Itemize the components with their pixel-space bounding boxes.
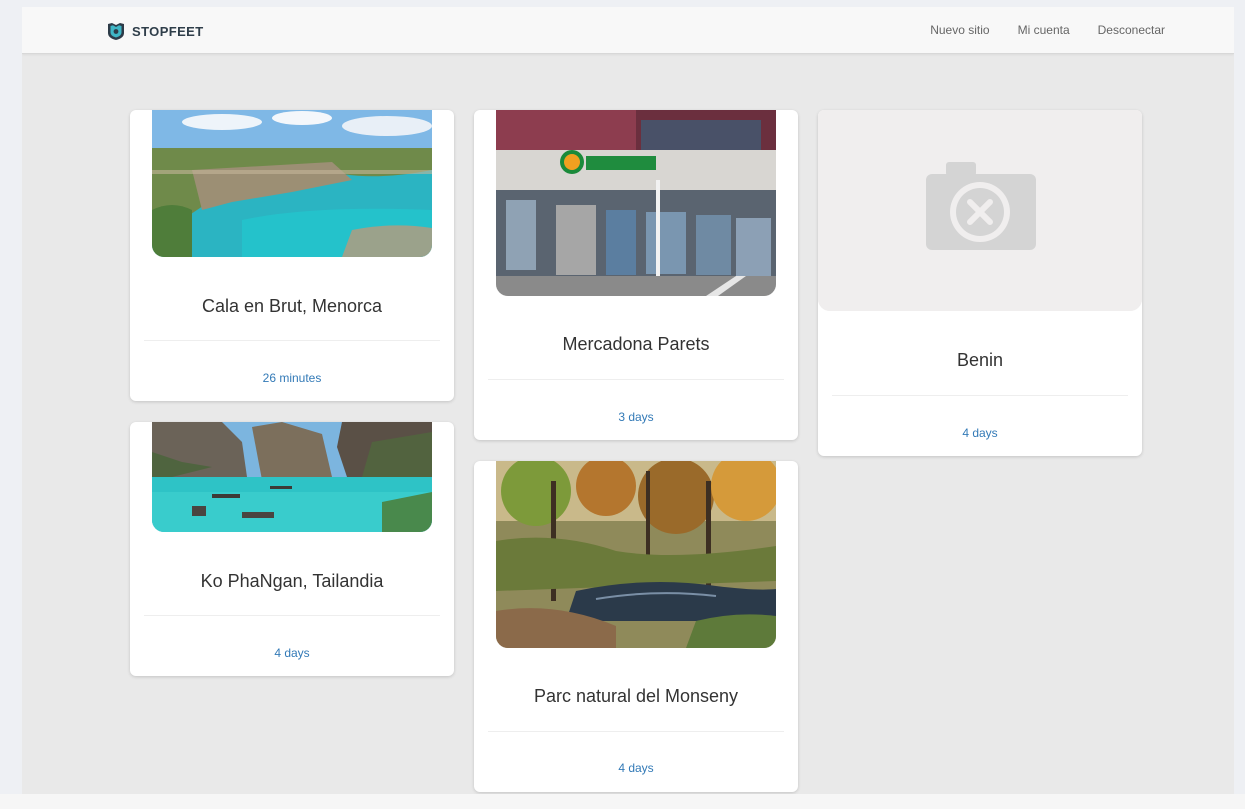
stopfeet-logo-icon [108, 23, 124, 40]
site-photo[interactable] [496, 461, 776, 648]
site-card[interactable]: Parc natural del Monseny 4 days [474, 461, 798, 792]
card-divider [832, 395, 1128, 396]
no-image-camera-icon [818, 110, 1142, 311]
site-photo-placeholder[interactable] [818, 110, 1142, 311]
brand-name: STOPFEET [132, 23, 204, 39]
site-time[interactable]: 26 minutes [130, 371, 454, 385]
app-frame: STOPFEET Nuevo sitio Mi cuenta Desconect… [22, 7, 1234, 802]
nav-link-desconectar[interactable]: Desconectar [1098, 23, 1165, 37]
site-photo[interactable] [152, 422, 432, 532]
site-title[interactable]: Cala en Brut, Menorca [130, 296, 454, 317]
nav-link-mi-cuenta[interactable]: Mi cuenta [1018, 23, 1070, 37]
card-divider [488, 731, 784, 732]
site-time[interactable]: 3 days [474, 410, 798, 424]
card-divider [488, 379, 784, 380]
site-card[interactable]: Mercadona Parets 3 days [474, 110, 798, 440]
site-title[interactable]: Parc natural del Monseny [474, 686, 798, 707]
site-card[interactable]: Ko PhaNgan, Tailandia 4 days [130, 422, 454, 676]
nav-links: Nuevo sitio Mi cuenta Desconectar [930, 23, 1165, 37]
navbar: STOPFEET Nuevo sitio Mi cuenta Desconect… [22, 7, 1234, 54]
site-title[interactable]: Ko PhaNgan, Tailandia [130, 571, 454, 592]
site-photo[interactable] [496, 110, 776, 296]
nav-link-nuevo-sitio[interactable]: Nuevo sitio [930, 23, 989, 37]
site-time[interactable]: 4 days [130, 646, 454, 660]
site-time[interactable]: 4 days [474, 761, 798, 775]
site-card[interactable]: Cala en Brut, Menorca 26 minutes [130, 110, 454, 401]
site-time[interactable]: 4 days [818, 426, 1142, 440]
site-card[interactable]: Benin 4 days [818, 110, 1142, 456]
site-title[interactable]: Benin [818, 350, 1142, 371]
page-footer-strip [0, 794, 1245, 809]
card-divider [144, 340, 440, 341]
card-divider [144, 615, 440, 616]
site-title[interactable]: Mercadona Parets [474, 334, 798, 355]
site-photo[interactable] [152, 110, 432, 257]
brand[interactable]: STOPFEET [106, 21, 204, 41]
